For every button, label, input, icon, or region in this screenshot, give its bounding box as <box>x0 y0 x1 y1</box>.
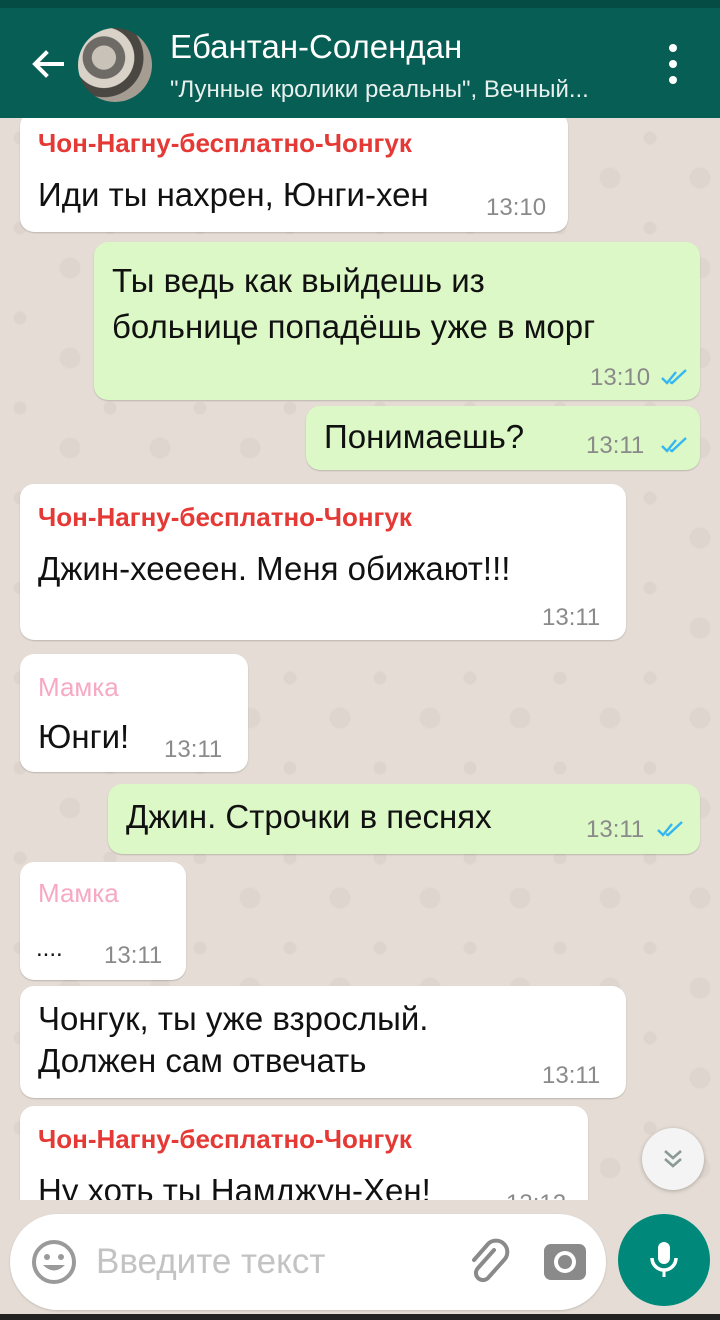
more-vert-icon[interactable] <box>656 44 690 84</box>
message-input[interactable]: Введите текст <box>96 1242 325 1282</box>
message-time: 13:11 <box>586 432 645 459</box>
message-incoming[interactable]: Мамка Юнги! 13:11 <box>20 654 248 772</box>
message-incoming[interactable]: Чон-Нагну-бесплатно-Чонгук Иди ты нахрен… <box>20 118 568 232</box>
message-time: 13:11 <box>586 816 645 843</box>
message-outgoing[interactable]: Понимаешь? 13:11 <box>306 406 700 470</box>
message-text: Должен сам отвечать <box>38 1042 367 1079</box>
message-incoming[interactable]: Чонгук, ты уже взрослый. Должен сам отве… <box>20 986 626 1098</box>
message-text: больнице попадёшь уже в морг <box>112 308 596 345</box>
message-outgoing[interactable]: Джин. Строчки в песнях 13:11 <box>108 784 700 854</box>
message-sender: Чон-Нагну-бесплатно-Чонгук <box>38 1124 412 1154</box>
message-text: Понимаешь? <box>324 418 525 455</box>
read-ticks-icon <box>661 369 687 385</box>
message-sender: Мамка <box>38 878 119 908</box>
message-time: 13:11 <box>542 1062 601 1089</box>
message-time: 13:11 <box>164 736 223 763</box>
message-incoming[interactable]: Чон-Нагну-бесплатно-Чонгук Ну хоть ты На… <box>20 1106 588 1200</box>
message-text: Джин-хеееен. Меня обижают!!! <box>38 550 511 587</box>
chat-title[interactable]: Ебантан-Солендан <box>170 28 462 66</box>
navigation-bar <box>0 1314 720 1320</box>
mic-icon[interactable] <box>618 1214 710 1306</box>
message-list[interactable]: Чон-Нагну-бесплатно-Чонгук Иди ты нахрен… <box>0 118 720 1200</box>
message-incoming[interactable]: Чон-Нагну-бесплатно-Чонгук Джин-хеееен. … <box>20 484 626 640</box>
chat-header: Ебантан-Солендан "Лунные кролики реальны… <box>0 8 720 118</box>
message-time: 13:12 <box>506 1190 566 1200</box>
message-text: .... <box>36 935 63 962</box>
message-time: 13:10 <box>486 194 547 221</box>
group-avatar[interactable] <box>78 28 152 102</box>
message-sender: Чон-Нагну-бесплатно-Чонгук <box>38 502 412 532</box>
message-text: Ну хоть ты Намджун-Хен! <box>38 1172 431 1200</box>
attach-icon[interactable] <box>464 1238 512 1286</box>
message-text: Ты ведь как выйдешь из <box>112 262 485 299</box>
scroll-down-icon[interactable] <box>642 1128 704 1190</box>
status-bar <box>0 0 720 8</box>
message-sender: Мамка <box>38 672 119 702</box>
read-ticks-icon <box>661 437 687 453</box>
read-ticks-icon <box>657 821 683 837</box>
message-text: Чонгук, ты уже взрослый. <box>38 1000 429 1037</box>
message-time: 13:11 <box>104 942 163 969</box>
emoji-icon[interactable] <box>30 1238 78 1286</box>
message-time: 13:11 <box>542 604 601 631</box>
back-arrow-icon[interactable] <box>22 38 74 90</box>
message-text: Джин. Строчки в песнях <box>126 798 492 835</box>
message-text: Иди ты нахрен, Юнги-хен <box>38 176 429 213</box>
message-text: Юнги! <box>38 718 130 755</box>
message-incoming[interactable]: Мамка .... 13:11 <box>20 862 186 980</box>
message-sender: Чон-Нагну-бесплатно-Чонгук <box>38 128 412 158</box>
message-time: 13:10 <box>590 364 651 391</box>
camera-icon[interactable] <box>540 1236 590 1286</box>
chat-subtitle[interactable]: "Лунные кролики реальны", Вечный... <box>170 76 630 104</box>
message-input-bar[interactable]: Введите текст <box>10 1214 606 1310</box>
message-outgoing[interactable]: Ты ведь как выйдешь из больнице попадёшь… <box>94 242 700 400</box>
